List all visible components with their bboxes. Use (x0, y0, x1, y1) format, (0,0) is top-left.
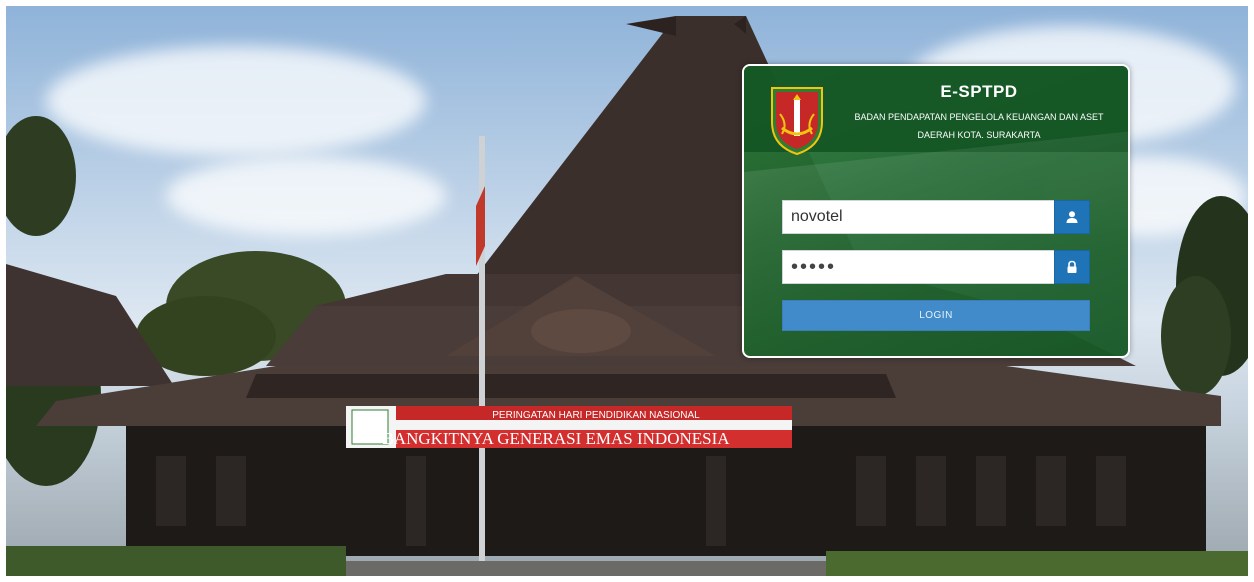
banner-line2-text: BANGKITNYA GENERASI EMAS INDONESIA (382, 429, 730, 448)
password-input[interactable] (782, 250, 1054, 284)
password-input-group (782, 250, 1090, 284)
lock-icon (1054, 250, 1090, 284)
user-icon (1054, 200, 1090, 234)
event-banner: PERINGATAN HARI PENDIDIKAN NASIONAL BANG… (346, 406, 792, 448)
subtitle-line2: DAERAH KOTA. SURAKARTA (917, 130, 1041, 140)
login-panel: E-SPTPD BADAN PENDAPATAN PENGELOLA KEUAN… (742, 64, 1130, 358)
subtitle-line1: BADAN PENDAPATAN PENGELOLA KEUANGAN DAN … (854, 112, 1104, 122)
login-page: PERINGATAN HARI PENDIDIKAN NASIONAL BANG… (0, 0, 1254, 582)
banner-line1-text: PERINGATAN HARI PENDIDIKAN NASIONAL (492, 410, 700, 421)
username-input[interactable] (782, 200, 1054, 234)
hedge-right (826, 551, 1248, 576)
trees-right (1161, 196, 1248, 396)
app-title: E-SPTPD (940, 82, 1018, 101)
city-emblem-logo (771, 87, 823, 156)
hedge-left (6, 546, 346, 576)
username-input-group (782, 200, 1090, 234)
app-subtitle: BADAN PENDAPATAN PENGELOLA KEUANGAN DAN … (844, 108, 1114, 144)
login-button[interactable]: LOGIN (782, 300, 1090, 331)
